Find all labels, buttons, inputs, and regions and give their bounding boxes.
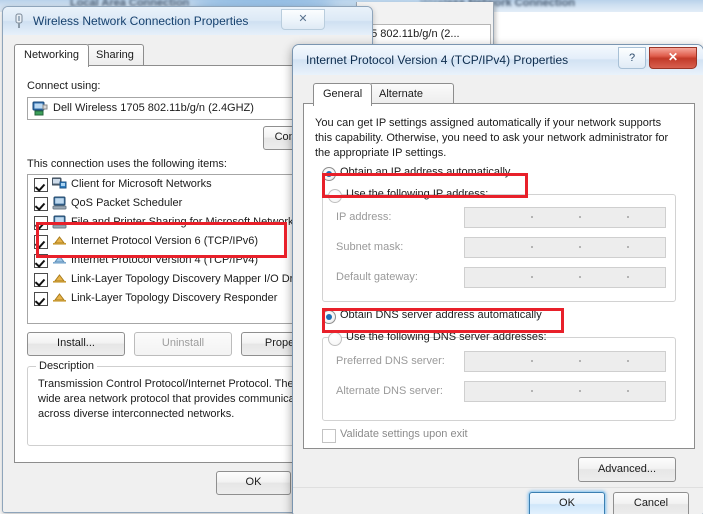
cancel-button[interactable]: Cancel [613, 492, 689, 515]
item-label: Link-Layer Topology Discovery Responder [71, 292, 278, 304]
protocol-icon [52, 291, 67, 305]
subnet-mask-label: Subnet mask: [336, 241, 404, 253]
fg-general-tab-panel: You can get IP settings assigned automat… [303, 103, 695, 449]
radio-indicator-icon[interactable] [328, 189, 342, 203]
preferred-dns-input [464, 351, 666, 372]
item-label: Internet Protocol Version 6 (TCP/IPv6) [71, 235, 259, 247]
service-icon [52, 196, 67, 210]
radio-use-following-dns-label: Use the following DNS server addresses: [346, 331, 547, 343]
background-window-adapter-text: 05 802.11b/g/n (2... [365, 28, 460, 40]
close-icon[interactable]: ✕ [649, 47, 697, 69]
alternate-dns-input [464, 381, 666, 402]
item-checkbox[interactable] [34, 178, 48, 192]
network-adapter-icon [12, 13, 26, 29]
radio-use-following-ip-label: Use the following IP address: [346, 188, 489, 200]
bg-window-title: Wireless Network Connection Properties [33, 14, 249, 28]
tab-networking[interactable]: Networking [14, 44, 90, 67]
advanced-button[interactable]: Advanced... [578, 457, 676, 482]
validate-settings-label: Validate settings upon exit [340, 428, 468, 440]
protocol-icon [52, 234, 67, 248]
tab-sharing[interactable]: Sharing [86, 44, 144, 66]
item-checkbox[interactable] [34, 273, 48, 287]
protocol-icon [52, 272, 67, 286]
item-label: QoS Packet Scheduler [71, 197, 183, 209]
default-gateway-input [464, 267, 666, 288]
description-text: Transmission Control Protocol/Internet P… [38, 378, 330, 420]
radio-indicator-icon[interactable] [322, 167, 336, 181]
validate-settings-checkbox[interactable] [322, 429, 336, 443]
fg-window-body: General Alternate Configuration You can … [293, 75, 703, 515]
protocol-icon [52, 253, 67, 267]
intro-text: You can get IP settings assigned automat… [315, 117, 669, 159]
ok-button[interactable]: OK [529, 492, 605, 515]
manual-dns-groupbox [322, 337, 676, 421]
preferred-dns-label: Preferred DNS server: [336, 355, 445, 367]
ip-address-label: IP address: [336, 211, 392, 223]
fg-window-title: Internet Protocol Version 4 (TCP/IPv4) P… [306, 53, 569, 67]
client-service-icon [51, 177, 67, 191]
screen-right-margin [703, 0, 710, 521]
default-gateway-label: Default gateway: [336, 271, 418, 283]
nic-icon [32, 101, 48, 116]
adapter-name: Dell Wireless 1705 802.11b/g/n (2.4GHZ) [53, 102, 254, 114]
help-button[interactable]: ? [618, 47, 646, 69]
tab-general[interactable]: General [313, 83, 373, 106]
item-checkbox[interactable] [34, 292, 48, 306]
subnet-mask-input [464, 237, 666, 258]
item-label: Internet Protocol Version 4 (TCP/IPv4) [71, 254, 259, 266]
item-label: File and Printer Sharing for Microsoft N… [71, 216, 300, 228]
items-label: This connection uses the following items… [27, 158, 227, 170]
ip-address-input [464, 207, 666, 228]
radio-obtain-dns-auto-label: Obtain DNS server address automatically [340, 309, 542, 321]
tcpipv4-properties-window[interactable]: Internet Protocol Version 4 (TCP/IPv4) P… [292, 44, 704, 516]
bg-close-button[interactable]: ✕ [281, 9, 325, 30]
radio-obtain-ip-auto-label: Obtain an IP address automatically [340, 166, 511, 178]
item-checkbox[interactable] [34, 216, 48, 230]
screen-bottom-margin [0, 514, 710, 521]
radio-indicator-icon[interactable] [322, 310, 336, 324]
install-button[interactable]: Install... [27, 332, 125, 356]
background-window-adapter-box: 05 802.11b/g/n (2... [361, 24, 491, 46]
item-label: Client for Microsoft Networks [71, 178, 212, 190]
connect-using-label: Connect using: [27, 80, 101, 92]
item-label: Link-Layer Topology Discovery Mapper I/O… [71, 273, 312, 285]
tab-alternate-configuration[interactable]: Alternate Configuration [369, 83, 455, 121]
item-checkbox[interactable] [34, 254, 48, 268]
alternate-dns-label: Alternate DNS server: [336, 385, 443, 397]
item-checkbox[interactable] [34, 197, 48, 211]
bg-ok-button[interactable]: OK [216, 471, 291, 495]
fg-footer: OK Cancel [293, 487, 703, 515]
radio-indicator-icon[interactable] [328, 332, 342, 346]
uninstall-button: Uninstall [134, 332, 232, 356]
service-icon [52, 215, 67, 229]
description-legend: Description [36, 360, 98, 372]
item-checkbox[interactable] [34, 235, 48, 249]
